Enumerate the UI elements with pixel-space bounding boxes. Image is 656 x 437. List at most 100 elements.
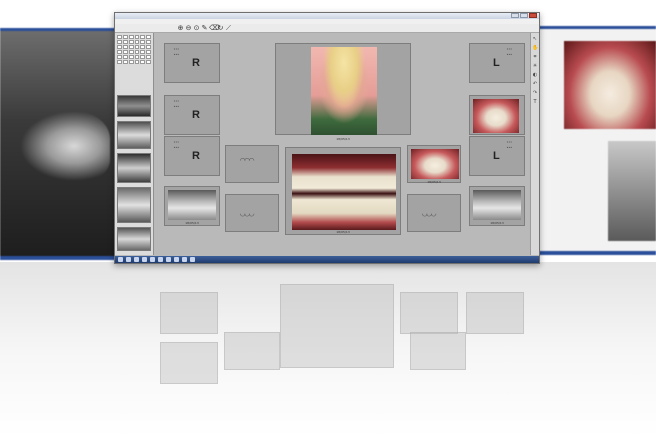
tooth-cell[interactable] xyxy=(146,35,151,39)
tooth-cell[interactable] xyxy=(146,55,151,59)
tooth-cell[interactable] xyxy=(117,50,122,54)
bitewing-xray xyxy=(473,190,521,220)
tooth-cell[interactable] xyxy=(140,35,146,39)
tooth-cell[interactable] xyxy=(128,40,134,44)
left-lower-template-slot[interactable]: ⁚⁚⁚ L xyxy=(469,136,525,176)
tooth-cell[interactable] xyxy=(134,55,140,59)
taskbar-app-icon[interactable] xyxy=(158,257,163,262)
tooth-cell[interactable] xyxy=(146,45,151,49)
bitewing-xray xyxy=(168,190,216,220)
smile-photo-slot[interactable]: 18/05/13 xyxy=(285,147,401,235)
arrow-icon[interactable]: ↖ xyxy=(532,36,538,42)
tooth-cell[interactable] xyxy=(134,50,140,54)
zoom-out-icon[interactable]: ⊖ xyxy=(185,25,192,32)
tooth-cell[interactable] xyxy=(128,55,134,59)
taskbar-app-icon[interactable] xyxy=(174,257,179,262)
taskbar-app-icon[interactable] xyxy=(134,257,139,262)
taskbar-app-icon[interactable] xyxy=(182,257,187,262)
taskbar-app-icon[interactable] xyxy=(142,257,147,262)
hand-icon[interactable]: ✋ xyxy=(532,45,538,51)
tooth-cell[interactable] xyxy=(122,60,128,64)
zoom-fit-icon[interactable]: ⊙ xyxy=(193,25,200,32)
tooth-cell[interactable] xyxy=(128,45,134,49)
rotate-icon[interactable]: ↻ xyxy=(217,25,224,32)
eraser-icon[interactable]: ⌫ xyxy=(209,25,219,32)
occlusal-photo-slot[interactable]: 18/05/13 xyxy=(407,145,461,184)
tooth-cell[interactable] xyxy=(117,55,122,59)
upper-arch-template-slot[interactable]: ◠◠◠ xyxy=(225,145,279,183)
lower-arch-icon: ◡◡◡ xyxy=(240,209,254,219)
measure-icon[interactable]: ⟋ xyxy=(225,25,232,32)
close-button[interactable] xyxy=(529,13,537,18)
taskbar-app-icon[interactable] xyxy=(190,257,195,262)
tooth-cell[interactable] xyxy=(140,45,146,49)
tooth-cell[interactable] xyxy=(140,55,146,59)
tooth-cell[interactable] xyxy=(134,45,140,49)
side-label-r: R xyxy=(192,109,200,121)
implant-xray xyxy=(608,141,656,241)
redo-icon[interactable]: ↷ xyxy=(532,90,538,96)
tooth-cell[interactable] xyxy=(146,40,151,44)
thumbnail-strip xyxy=(115,33,154,255)
lower-arch-template-slot-right[interactable]: ◡◡◡ xyxy=(407,194,461,232)
tooth-cell[interactable] xyxy=(122,55,128,59)
tooth-cell[interactable] xyxy=(134,60,140,64)
right-middle-template-slot[interactable]: ⁚⁚⁚ R xyxy=(164,95,220,135)
side-label-l: L xyxy=(493,150,500,162)
tooth-cell[interactable] xyxy=(122,50,128,54)
minimize-button[interactable] xyxy=(511,13,519,18)
text-icon[interactable]: T xyxy=(532,99,538,105)
smile-photo-date: 18/05/13 xyxy=(336,230,350,234)
patient-portrait xyxy=(311,47,377,135)
thumbnail-xray[interactable] xyxy=(117,227,151,251)
right-lower-template-slot[interactable]: ⁚⁚⁚ R xyxy=(164,136,220,176)
contrast-icon[interactable]: ◐ xyxy=(532,72,538,78)
tooth-cell[interactable] xyxy=(128,50,134,54)
teeth-closeup-photo xyxy=(564,41,656,129)
tooth-cell[interactable] xyxy=(122,45,128,49)
tooth-cell[interactable] xyxy=(117,40,122,44)
right-side-window xyxy=(538,26,656,255)
tooth-cell[interactable] xyxy=(140,50,146,54)
xray-slot-right[interactable]: 18/05/13 xyxy=(469,186,525,226)
tooth-cell[interactable] xyxy=(117,45,122,49)
left-upper-template-slot[interactable]: ⁚⁚⁚ L xyxy=(469,43,525,83)
thumbnail-xray[interactable] xyxy=(117,95,151,117)
tooth-cell[interactable] xyxy=(128,60,134,64)
tooth-cell[interactable] xyxy=(146,60,151,64)
thumbnail-xray[interactable] xyxy=(117,187,151,223)
tooth-cell[interactable] xyxy=(122,40,128,44)
right-upper-template-slot[interactable]: ⁚⁚⁚ R xyxy=(164,43,220,83)
thumbnail-xray[interactable] xyxy=(117,121,151,149)
tooth-cell[interactable] xyxy=(140,40,146,44)
tooth-cell[interactable] xyxy=(146,50,151,54)
thumbnail-xray[interactable] xyxy=(117,153,151,183)
xray-slot-left[interactable]: 18/05/13 xyxy=(164,186,220,226)
tooth-cell[interactable] xyxy=(117,60,122,64)
lower-arch-template-slot[interactable]: ◡◡◡ xyxy=(225,194,279,232)
zoom-in-icon[interactable]: ⊕ xyxy=(177,25,184,32)
lower-arch-icon: ◡◡◡ xyxy=(422,209,436,219)
taskbar-app-icon[interactable] xyxy=(166,257,171,262)
tooth-arch-icon: ⁚⁚⁚ xyxy=(173,48,180,58)
tooth-cell[interactable] xyxy=(122,35,128,39)
tooth-cell[interactable] xyxy=(117,35,122,39)
taskbar xyxy=(115,256,539,263)
pen-icon[interactable]: ✎ xyxy=(201,25,208,32)
maximize-button[interactable] xyxy=(520,13,528,18)
portrait-slot[interactable]: 18/05/13 xyxy=(275,43,411,141)
undo-icon[interactable]: ↶ xyxy=(532,81,538,87)
taskbar-app-icon[interactable] xyxy=(126,257,131,262)
side-label-l: L xyxy=(493,57,500,69)
toolbar: ⊕ ⊖ ⊙ ✎ ⌫ ↻ ⟋ xyxy=(115,24,539,33)
tooth-cell[interactable] xyxy=(140,60,146,64)
tooth-cell[interactable] xyxy=(134,35,140,39)
tooth-cell[interactable] xyxy=(134,40,140,44)
upper-teeth-photo-slot[interactable] xyxy=(469,95,525,135)
brightness-icon[interactable]: ☀ xyxy=(532,63,538,69)
crop-icon[interactable]: ⌗ xyxy=(532,54,538,60)
dental-imaging-window: ⊕ ⊖ ⊙ ✎ ⌫ ↻ ⟋ ↖ ✋ ⌗ ☀ ◐ ↶ ↷ T ⁚⁚⁚ R 18/0… xyxy=(114,12,540,264)
tooth-cell[interactable] xyxy=(128,35,134,39)
taskbar-app-icon[interactable] xyxy=(150,257,155,262)
start-button[interactable] xyxy=(118,257,123,262)
